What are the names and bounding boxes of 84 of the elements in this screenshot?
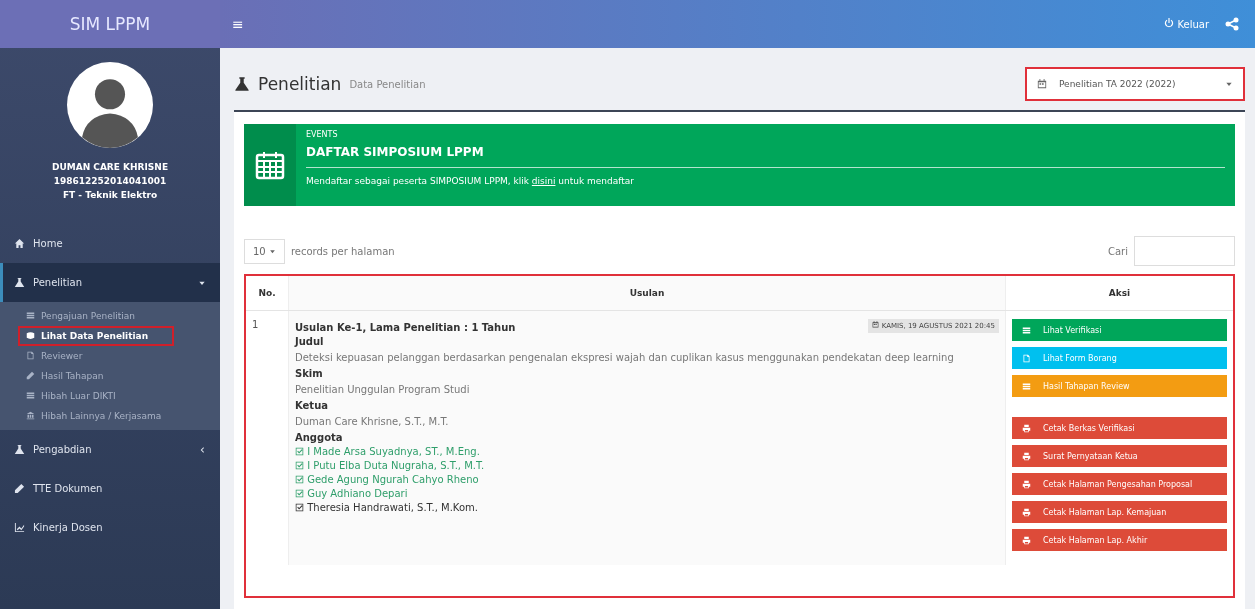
row-number: 1 [246,310,289,565]
menu-icon [14,277,25,288]
checkbox-icon [295,489,304,498]
menu-item[interactable]: TTE Dokumen [0,469,220,508]
field-value: Duman Care Khrisne, S.T., M.T. [295,415,450,429]
menu-item[interactable]: Pengabdian [0,430,220,469]
field-label: Anggota [295,432,344,443]
banner-overline: EVENTS [306,130,339,139]
submenu-icon [26,331,35,340]
menu-item[interactable]: Kinerja Dosen [0,508,220,547]
user-unit: FT - Teknik Elektro [62,190,158,200]
submenu-item[interactable]: Lihat Data Penelitian [18,326,174,346]
avatar-silhouette-icon [67,62,153,148]
action-button[interactable]: Cetak Halaman Lap. Akhir [1012,529,1227,551]
submenu-icon [26,351,35,360]
action-button[interactable]: Lihat Verifikasi [1012,319,1227,341]
checkbox-icon [295,461,304,470]
menu-toggle[interactable]: ≡ [232,16,244,32]
printer-icon [1022,451,1031,461]
caret-icon [1225,80,1233,88]
member-name: I Putu Elba Duta Nugraha, S.T., M.T. [295,460,999,471]
printer-icon [1022,479,1031,489]
action-button[interactable]: Cetak Berkas Verifikasi [1012,417,1227,439]
menu-icon [14,522,25,533]
menu-item[interactable]: Penelitian [0,263,220,302]
column-header[interactable]: Aksi [1005,276,1233,311]
menu-icon [14,444,25,455]
banner-text: Mendaftar sebagai peserta SIMPOSIUM LPPM, klik disini untuk mendaftar [306,167,1225,186]
submenu-icon [26,371,35,380]
printer-icon [1022,535,1031,545]
submenu-icon [26,411,35,420]
search-field[interactable] [1134,236,1235,266]
submenu-icon [26,391,35,400]
checkbox-icon [295,503,304,512]
field-label: Judul [295,336,325,347]
period-dropdown[interactable]: Penelitian TA 2022 (2022) [1025,67,1245,101]
calendar-icon [872,321,880,328]
action-button[interactable]: Lihat Form Borang [1012,347,1227,369]
page-title: Penelitian [258,74,342,94]
user-name: DUMAN CARE KHRISNE [51,162,169,172]
power-icon [1164,18,1175,28]
submenu-item[interactable]: Hibah Lainnya / Kerjasama [0,406,220,426]
caret-icon [268,247,276,255]
calendar-icon [1037,79,1047,89]
user-id: 198612252014041001 [53,176,167,186]
menu-icon [14,238,25,249]
submenu-item[interactable]: Pengajuan Penelitian [0,306,220,326]
chevron-icon [198,445,206,454]
register-link[interactable]: disini [531,176,556,186]
proposal-heading: Usulan Ke-1, Lama Penelitian : 1 Tahun [295,322,516,333]
member-name: Theresia Handrawati, S.T., M.Kom. [295,502,999,513]
checkbox-icon [295,475,304,484]
page-size-label: records per halaman [290,245,395,257]
action-button[interactable]: Hasil Tahapan Review [1012,375,1227,397]
member-name: I Made Arsa Suyadnya, ST., M.Eng. [295,446,999,457]
menu-item[interactable]: Home [0,224,220,263]
field-value: Deteksi kepuasan pelanggan berdasarkan pengenalan ekspresi wajah dan cuplikan kasus menggunakan pendekatan deep learning [295,351,955,365]
submenu-item[interactable]: Reviewer [0,346,220,366]
action-button[interactable]: Surat Pernyataan Ketua [1012,445,1227,467]
action-button[interactable]: Cetak Halaman Lap. Kemajuan [1012,501,1227,523]
column-header[interactable]: No. [246,276,289,311]
submenu-item[interactable]: Hasil Tahapan [0,366,220,386]
page-size-select[interactable]: 10 [244,238,285,264]
printer-icon [1022,423,1031,433]
member-name: Guy Adhiano Depari [295,488,999,499]
checkbox-icon [295,447,304,456]
submenu-item[interactable]: Hibah Luar DIKTI [0,386,220,406]
calendar-icon [255,150,285,180]
action-button[interactable]: Cetak Halaman Pengesahan Proposal [1012,473,1227,495]
banner-title: DAFTAR SIMPOSIUM LPPM [306,145,485,159]
submenu-icon [26,311,35,320]
field-label: Ketua [295,400,329,411]
search-label: Cari [1108,245,1128,257]
menu-icon [14,483,25,494]
flask-icon [234,76,250,92]
page-subtitle: Data Penelitian [349,78,426,90]
field-label: Skim [295,368,324,379]
printer-icon [1022,507,1031,517]
brand-title[interactable]: SIM LPPM [0,0,220,48]
field-value: Penelitian Unggulan Program Studi [295,383,471,397]
logout-link[interactable]: Keluar [1164,18,1209,30]
share-icon[interactable] [1225,17,1239,31]
column-header[interactable]: Usulan [288,276,1006,311]
member-name: Gede Agung Ngurah Cahyo Rheno [295,474,999,485]
